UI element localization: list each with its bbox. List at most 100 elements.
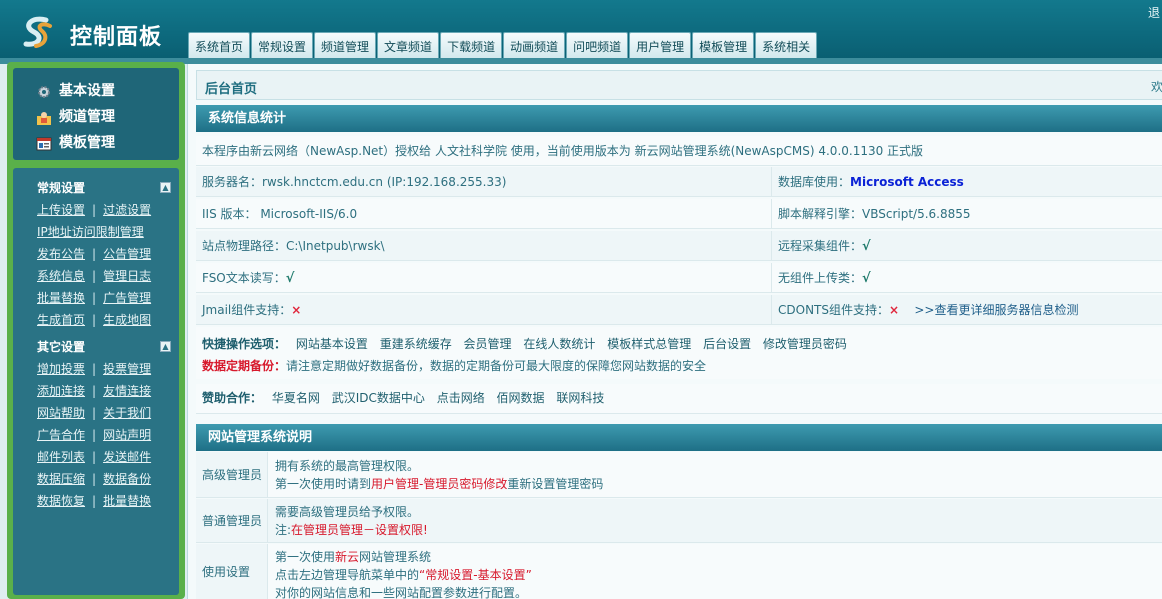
link-data-compress[interactable]: 数据压缩 — [37, 472, 85, 486]
template-icon — [36, 135, 52, 151]
link-about-us[interactable]: 关于我们 — [103, 406, 151, 420]
sidebar-menu: 常规设置 上传设置|过滤设置 IP地址访问限制管理 发布公告|公告管理 系统信息… — [13, 168, 179, 595]
link-ad-management[interactable]: 广告管理 — [103, 291, 151, 305]
role-row: 普通管理员 需要高级管理员给予权限。 注:在管理员管理－设置权限! — [196, 499, 1162, 543]
backup-text: 请注意定期做好数据备份，数据的定期备份可最大限度的保障您网站数据的安全 — [286, 359, 707, 373]
sponsor-link[interactable]: 点击网络 — [437, 391, 485, 405]
group-header-general: 常规设置 — [13, 177, 179, 199]
tab-channel-management[interactable]: 频道管理 — [314, 32, 377, 60]
link-ip-access-limit[interactable]: IP地址访问限制管理 — [37, 225, 144, 239]
sponsor-link[interactable]: 华夏名网 — [272, 391, 320, 405]
check-icon: √ — [862, 271, 871, 286]
tab-template-management[interactable]: 模板管理 — [692, 32, 755, 60]
link-add-link[interactable]: 添加连接 — [37, 384, 85, 398]
link-send-mail[interactable]: 发送邮件 — [103, 450, 151, 464]
user-folder-icon — [36, 109, 52, 125]
backup-label: 数据定期备份： — [202, 359, 287, 373]
tab-animation-channel[interactable]: 动画频道 — [503, 32, 566, 60]
quick-link-site-settings[interactable]: 网站基本设置 — [296, 337, 368, 351]
jmail-support: Jmail组件支持：× — [202, 303, 302, 317]
logout-link[interactable]: 退 — [1148, 4, 1160, 21]
sponsor-link[interactable]: 联网科技 — [556, 391, 604, 405]
link-generate-sitemap[interactable]: 生成地图 — [103, 313, 151, 327]
license-text: 本程序由新云网络（NewAsp.Net）授权给 人文社科学院 使用，当前使用版本… — [202, 144, 924, 158]
iis-version: IIS 版本： Microsoft-IIS/6.0 — [202, 207, 358, 221]
quick-link-admin-settings[interactable]: 后台设置 — [703, 337, 751, 351]
script-engine: 脚本解释引擎：VBScript/5.6.8855 — [771, 199, 971, 229]
link-data-backup[interactable]: 数据备份 — [103, 472, 151, 486]
top-tabs: 系统首页 常规设置 频道管理 文章频道 下载频道 动画频道 问吧频道 用户管理 … — [188, 32, 818, 60]
link-publish-notice[interactable]: 发布公告 — [37, 247, 85, 261]
sidebar-top-nav: 基本设置 频道管理 模板管理 — [13, 68, 179, 160]
link-add-vote[interactable]: 增加投票 — [37, 362, 85, 376]
sidebar: 基本设置 频道管理 模板管理 常规设置 上传设置|过滤设置 IP地址访问限制管理… — [7, 62, 185, 599]
link-site-help[interactable]: 网站帮助 — [37, 406, 85, 420]
tab-ask-channel[interactable]: 问吧频道 — [566, 32, 629, 60]
cdonts-support: CDONTS组件支持：× >>查看更详细服务器信息检测 — [771, 295, 1078, 325]
page-title: 后台首页 — [205, 82, 258, 97]
remote-collect: 远程采集组件：√ — [771, 231, 871, 261]
link-ad-cooperation[interactable]: 广告合作 — [37, 428, 85, 442]
cross-icon: × — [291, 303, 302, 317]
collapse-icon[interactable] — [160, 341, 171, 352]
app-title: 控制面板 — [70, 25, 163, 50]
tab-article-channel[interactable]: 文章频道 — [377, 32, 440, 60]
section-header-sysinfo: 系统信息统计 — [196, 105, 1162, 132]
link-site-statement[interactable]: 网站声明 — [103, 428, 151, 442]
database-info: 数据库使用：Microsoft Access — [771, 167, 964, 197]
link-upload-settings[interactable]: 上传设置 — [37, 203, 85, 217]
sidebar-item-template-management[interactable]: 模板管理 — [13, 130, 179, 156]
quick-link-members[interactable]: 会员管理 — [464, 337, 512, 351]
tab-user-management[interactable]: 用户管理 — [629, 32, 692, 60]
check-icon: √ — [862, 239, 871, 254]
link-system-info[interactable]: 系统信息 — [37, 269, 85, 283]
quick-link-rebuild-cache[interactable]: 重建系统缓存 — [380, 337, 452, 351]
role-row: 高级管理员 拥有系统的最高管理权限。 第一次使用时请到用户管理-管理员密码修改重… — [196, 452, 1162, 498]
tab-general-settings[interactable]: 常规设置 — [251, 32, 314, 60]
link-admin-log[interactable]: 管理日志 — [103, 269, 151, 283]
info-row: IIS 版本： Microsoft-IIS/6.0 脚本解释引擎：VBScrip… — [196, 199, 1162, 229]
main-panel: 后台首页 欢 系统信息统计 本程序由新云网络（NewAsp.Net）授权给 人文… — [187, 64, 1162, 599]
sidebar-item-label: 基本设置 — [59, 83, 115, 99]
link-friend-links[interactable]: 友情连接 — [103, 384, 151, 398]
quick-link-online-stats[interactable]: 在线人数统计 — [523, 337, 595, 351]
role-name: 高级管理员 — [196, 452, 268, 497]
server-detail-link[interactable]: >>查看更详细服务器信息检测 — [914, 303, 1078, 317]
role-name: 使用设置 — [196, 544, 268, 599]
tab-system-related[interactable]: 系统相关 — [755, 32, 818, 60]
fso-support: FSO文本读写：√ — [202, 271, 295, 286]
info-row: Jmail组件支持：× CDONTS组件支持：× >>查看更详细服务器信息检测 — [196, 295, 1162, 325]
link-filter-settings[interactable]: 过滤设置 — [103, 203, 151, 217]
sidebar-item-channel-management[interactable]: 频道管理 — [13, 104, 179, 130]
sponsor-link[interactable]: 武汉IDC数据中心 — [332, 391, 425, 405]
link-notice-management[interactable]: 公告管理 — [103, 247, 151, 261]
breadcrumb: 后台首页 欢 — [196, 70, 1162, 100]
link-mail-list[interactable]: 邮件列表 — [37, 450, 85, 464]
section-header-manual: 网站管理系统说明 — [196, 424, 1162, 451]
sponsor-row: 赞助合作： 华夏名网 武汉IDC数据中心 点击网络 佰网数据 联网科技 — [196, 384, 1162, 414]
link-data-restore[interactable]: 数据恢复 — [37, 494, 85, 508]
link-vote-management[interactable]: 投票管理 — [103, 362, 151, 376]
tab-system-home[interactable]: 系统首页 — [188, 32, 251, 60]
sponsor-link[interactable]: 佰网数据 — [497, 391, 545, 405]
sidebar-item-basic-settings[interactable]: 基本设置 — [13, 78, 179, 104]
role-row: 使用设置 第一次使用新云网站管理系统 点击左边管理导航菜单中的“常规设置-基本设… — [196, 544, 1162, 599]
quick-link-change-password[interactable]: 修改管理员密码 — [763, 337, 847, 351]
info-row: 服务器名：rwsk.hnctcm.edu.cn (IP:192.168.255.… — [196, 167, 1162, 197]
info-row: 站点物理路径：C:\Inetpub\rwsk\ 远程采集组件：√ — [196, 231, 1162, 261]
sidebar-item-label: 模板管理 — [59, 135, 115, 151]
link-generate-home[interactable]: 生成首页 — [37, 313, 85, 327]
quick-link-template-styles[interactable]: 模板样式总管理 — [607, 337, 691, 351]
gear-icon — [36, 83, 52, 99]
link-batch-replace[interactable]: 批量替换 — [37, 291, 85, 305]
role-name: 普通管理员 — [196, 499, 268, 542]
quick-actions: 快捷操作选项： 网站基本设置 重建系统缓存 会员管理 在线人数统计 模板样式总管… — [196, 327, 1162, 379]
group-header-other: 其它设置 — [13, 336, 179, 358]
link-batch-replace-2[interactable]: 批量替换 — [103, 494, 151, 508]
server-name: 服务器名：rwsk.hnctcm.edu.cn (IP:192.168.255.… — [202, 175, 507, 189]
collapse-icon[interactable] — [160, 182, 171, 193]
welcome-text: 欢 — [1150, 80, 1162, 94]
upload-class: 无组件上传类：√ — [771, 263, 871, 293]
cross-icon: × — [889, 303, 900, 317]
tab-download-channel[interactable]: 下载频道 — [440, 32, 503, 60]
